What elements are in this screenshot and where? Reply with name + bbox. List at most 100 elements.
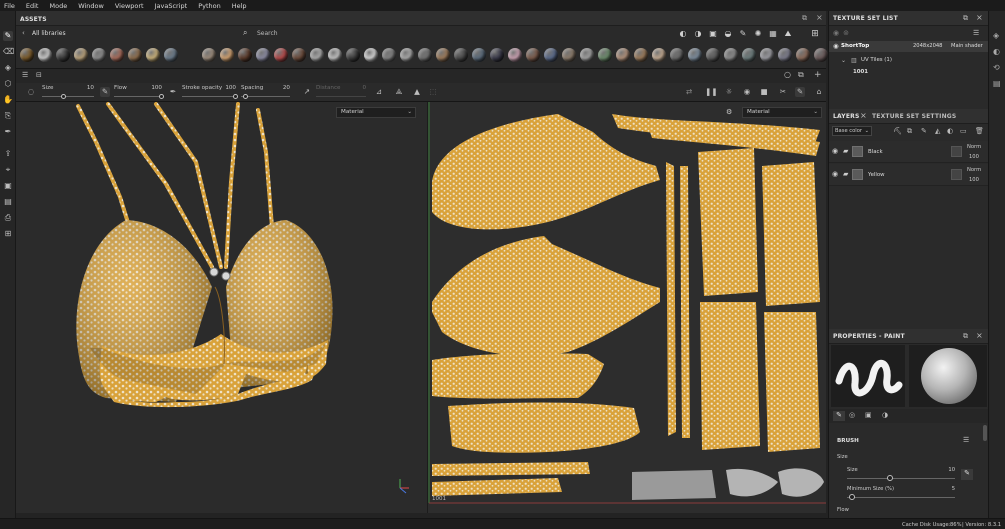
flow-slider-knob[interactable] [159,94,164,99]
material-thumbnail[interactable] [292,47,306,62]
projection-icon[interactable]: ◈ [3,63,13,73]
material-thumbnail[interactable] [544,47,558,62]
material-thumbnail[interactable] [92,47,106,62]
material-thumbnail[interactable] [670,47,684,62]
close-icon[interactable]: × [816,13,823,22]
visibility-icon[interactable]: ◉ [833,29,839,37]
triangle-icon[interactable]: ▲ [412,87,422,97]
new-folder-icon[interactable]: ⧉ [798,70,804,80]
material-thumbnail[interactable] [382,47,396,62]
lazy-mouse-icon[interactable]: ↗ [302,87,312,97]
material-thumbnail[interactable] [454,47,468,62]
material-thumbnail[interactable] [724,47,738,62]
layer-blend[interactable]: Norm [967,167,981,173]
material-thumbnail[interactable] [598,47,612,62]
layer-row-black[interactable]: ◉ ▰ Black Norm 100 [829,141,989,163]
uv-tiles-row[interactable]: ⌄ ▥ UV Tiles (1) [829,55,989,66]
tab-layers[interactable]: LAYERS [833,113,859,120]
add-paint-layer-icon[interactable]: ✎ [921,127,927,135]
clone-icon[interactable]: ⎘ [3,111,13,121]
filter-mask-icon[interactable]: ▣ [708,29,718,39]
viewport-2d[interactable]: ⚙ Material ⌄ 1001 [427,102,826,513]
material-thumbnail[interactable] [814,47,828,62]
close-icon[interactable]: × [860,111,867,120]
flow-value[interactable]: 100 [144,85,162,91]
material-thumbnail[interactable] [256,47,270,62]
pen-pressure-icon[interactable]: ✎ [961,469,973,480]
material-thumbnail[interactable] [202,47,216,62]
camera-icon[interactable]: ■ [759,87,769,97]
min-size-value[interactable]: 5 [943,486,955,492]
material-thumbnail[interactable] [310,47,324,62]
display-icon[interactable]: ◉ [742,87,752,97]
layer-row-yellow[interactable]: ◉ ▰ Yellow Norm 100 [829,164,989,186]
log-icon[interactable]: ▤ [993,79,1001,88]
material-thumbnail[interactable] [238,47,252,62]
filter-particle-icon[interactable]: ✺ [753,29,763,39]
material-thumbnail[interactable] [146,47,160,62]
delete-layer-icon[interactable]: 🗑 [975,127,984,135]
material-thumbnail[interactable] [796,47,810,62]
material-thumbnail[interactable] [56,47,70,62]
lighting-icon[interactable]: ☼ [724,87,734,97]
measure-icon[interactable]: ⌖ [3,165,13,175]
material-thumbnail[interactable] [742,47,756,62]
filter-generator-icon[interactable]: ◒ [723,29,733,39]
menu-javascript[interactable]: JavaScript [155,2,188,10]
material-thumbnail[interactable] [580,47,594,62]
filter-material-icon[interactable]: ◐ [678,29,688,39]
material-thumbnail[interactable] [220,47,234,62]
stroke-opacity-slider[interactable] [182,96,236,97]
size-value[interactable]: 10 [76,85,94,91]
viewport-3d[interactable]: Material ⌄ [16,102,427,513]
picker-icon[interactable]: ✒ [3,127,13,137]
min-size-slider[interactable] [847,497,955,498]
spacing-value[interactable]: 20 [272,85,290,91]
paint-brush-icon[interactable]: ✎ [3,31,13,41]
filter-texture-icon[interactable]: ▦ [768,29,778,39]
material-thumbnail[interactable] [38,47,52,62]
material-thumbnail[interactable] [706,47,720,62]
layer-name[interactable]: Yellow [868,172,885,178]
filter-environment-icon[interactable]: ⛰ [783,29,793,39]
material-thumbnail[interactable] [400,47,414,62]
brush-tab-icon[interactable]: ✎ [833,411,845,421]
menu-icon[interactable]: ☰ [973,29,979,37]
stroke-opacity-value[interactable]: 100 [218,85,236,91]
tab-texture-set-settings[interactable]: TEXTURE SET SETTINGS [872,113,956,120]
export-icon[interactable]: ⎙ [3,213,13,223]
properties-scrollbar[interactable] [983,425,987,441]
menu-python[interactable]: Python [198,2,221,10]
menu-mode[interactable]: Mode [49,2,67,10]
add-smart-material-icon[interactable]: ◐ [947,127,953,135]
brush-size-slider-knob[interactable] [887,475,894,481]
opacity-pen-icon[interactable]: ✒ [168,87,178,97]
render-icon[interactable]: ⌂ [814,87,824,97]
material-thumbnail[interactable] [164,47,178,62]
stroke-opacity-slider-knob[interactable] [233,94,238,99]
material-thumbnail[interactable] [688,47,702,62]
smudge-icon[interactable]: ✋ [3,95,13,105]
brush-presets-icon[interactable]: ☰ [963,436,969,444]
material-thumbnail[interactable] [778,47,792,62]
add-icon[interactable]: + [814,70,822,80]
material-thumbnail[interactable] [760,47,774,62]
close-icon[interactable]: × [976,13,983,22]
material-thumbnail[interactable] [346,47,360,62]
link-icon[interactable]: ⊚ [843,29,849,37]
undock-icon[interactable]: ⧉ [802,14,807,23]
symmetry-icon[interactable]: ⊿ [374,87,384,97]
add-mask-icon[interactable]: ⧉ [907,127,912,136]
grid-view-icon[interactable]: ⊞ [810,29,820,39]
columns-icon[interactable]: ⊟ [36,71,42,79]
menu-viewport[interactable]: Viewport [115,2,144,10]
spacing-slider[interactable] [241,96,290,97]
material-thumbnail[interactable] [74,47,88,62]
material-thumbnail[interactable] [328,47,342,62]
eye-icon[interactable]: ◉ [833,42,839,50]
material-thumbnail[interactable] [634,47,648,62]
add-effect-icon[interactable]: ⛏ [893,127,902,135]
material-thumbnail[interactable] [274,47,288,62]
mirror-icon[interactable]: ⟁ [394,87,404,97]
material-thumbnail[interactable] [472,47,486,62]
